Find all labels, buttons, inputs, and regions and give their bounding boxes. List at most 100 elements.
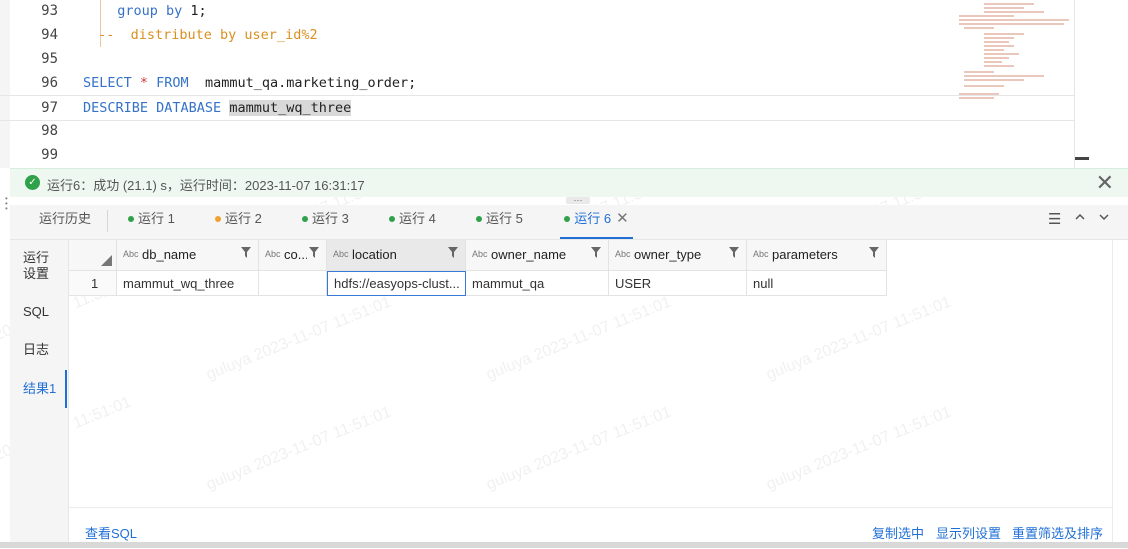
select-all-corner[interactable] bbox=[69, 240, 117, 271]
row-index[interactable]: 1 bbox=[69, 271, 117, 296]
string-type-icon: Abc bbox=[265, 249, 281, 259]
table-cell[interactable] bbox=[259, 271, 327, 296]
run-status-text: 运行6：成功 (21.1) s，运行时间：2023-11-07 16:31:17 bbox=[47, 178, 365, 193]
check-circle-icon: ✓ bbox=[25, 175, 40, 190]
column-header[interactable]: Abc co... bbox=[259, 240, 327, 271]
tab-run-2[interactable]: 运行 2 bbox=[215, 205, 262, 239]
code-text: -- distribute by user_id%2 bbox=[90, 23, 317, 47]
code-line[interactable]: 99 bbox=[0, 143, 1075, 167]
filter-icon[interactable] bbox=[309, 247, 319, 261]
filter-icon[interactable] bbox=[729, 247, 739, 261]
result-side-nav: 运行设置 SQL 日志 结果1 bbox=[10, 240, 69, 548]
tab-run-4[interactable]: 运行 4 bbox=[389, 205, 436, 239]
nav-item-run-settings[interactable]: 运行设置 bbox=[10, 250, 58, 282]
code-token: 1; bbox=[190, 3, 207, 19]
tab-run-history[interactable]: 运行历史 bbox=[39, 205, 91, 239]
string-type-icon: Abc bbox=[472, 249, 488, 259]
line-number: 96 bbox=[41, 75, 58, 91]
tab-label: 运行 4 bbox=[399, 211, 436, 226]
tab-run-1[interactable]: 运行 1 bbox=[128, 205, 175, 239]
column-header[interactable]: Abc db_name bbox=[117, 240, 259, 271]
scroll-position-marker bbox=[1075, 157, 1089, 160]
sql-editor[interactable]: 93 group by 1; 94 -- distribute by user_i… bbox=[0, 0, 1128, 168]
copy-selected-link[interactable]: 复制选中 bbox=[872, 523, 924, 542]
selected-token: mammut_wq_three bbox=[229, 100, 352, 116]
column-header-label: co... bbox=[284, 247, 307, 262]
tab-run-3[interactable]: 运行 3 bbox=[302, 205, 349, 239]
line-number: 98 bbox=[41, 123, 58, 139]
editor-minimap[interactable] bbox=[954, 0, 1074, 110]
column-header-label: db_name bbox=[142, 247, 197, 262]
nav-item-sql[interactable]: SQL bbox=[10, 304, 67, 320]
status-dot-icon bbox=[302, 215, 308, 222]
string-type-icon: Abc bbox=[615, 249, 631, 259]
watermark-text: guluya 2023-11-07 11:51:01 bbox=[763, 293, 954, 384]
tab-run-5[interactable]: 运行 5 bbox=[476, 205, 523, 239]
table-cell[interactable]: mammut_wq_three bbox=[117, 271, 259, 296]
close-icon[interactable]: ✕ bbox=[1096, 170, 1114, 196]
reset-filter-sort-link[interactable]: 重置筛选及排序 bbox=[1012, 523, 1103, 542]
column-header[interactable]: Abc owner_name bbox=[466, 240, 609, 271]
code-text: group by 1; bbox=[101, 0, 207, 23]
menu-icon[interactable]: ☰ bbox=[1048, 210, 1061, 228]
status-dot-icon bbox=[564, 215, 571, 222]
code-line[interactable]: 95 bbox=[0, 47, 1075, 71]
code-text: SELECT * FROM mammut_qa.marketing_order; bbox=[83, 71, 416, 95]
result-scrollbar[interactable] bbox=[1112, 240, 1128, 542]
code-token: group by bbox=[117, 3, 191, 19]
filter-icon[interactable] bbox=[591, 247, 601, 261]
line-number: 94 bbox=[41, 27, 58, 43]
splitter-handle-icon[interactable]: ··· bbox=[566, 196, 590, 205]
code-line[interactable]: 96 SELECT * FROM mammut_qa.marketing_orde… bbox=[0, 71, 1075, 95]
code-line[interactable]: 94 -- distribute by user_id%2 bbox=[0, 23, 1075, 47]
nav-label: 结果1 bbox=[23, 381, 57, 396]
table-cell[interactable]: mammut_qa bbox=[466, 271, 609, 296]
column-settings-link[interactable]: 显示列设置 bbox=[936, 523, 1001, 542]
status-dot-icon bbox=[215, 215, 221, 222]
column-header-label: parameters bbox=[772, 247, 838, 262]
tab-label: 运行历史 bbox=[39, 211, 92, 226]
string-type-icon: Abc bbox=[333, 249, 349, 259]
chevron-up-icon[interactable] bbox=[1074, 210, 1086, 227]
column-header[interactable]: Abc owner_type bbox=[609, 240, 747, 271]
tab-label: 运行 1 bbox=[138, 211, 175, 226]
tab-label: 运行 6 bbox=[574, 211, 612, 226]
table-cell[interactable]: null bbox=[747, 271, 887, 296]
code-token: DESCRIBE DATABASE bbox=[83, 100, 230, 116]
filter-icon[interactable] bbox=[448, 247, 458, 261]
string-type-icon: Abc bbox=[123, 249, 139, 259]
status-dot-icon bbox=[476, 215, 482, 222]
watermark-text: guluya 2023-11-07 11:51:01 bbox=[483, 293, 674, 384]
code-line[interactable]: 97 DESCRIBE DATABASE mammut_wq_three bbox=[0, 95, 1075, 121]
table-cell[interactable]: hdfs://easyops-clust... bbox=[327, 271, 466, 296]
tab-label: 运行 3 bbox=[312, 211, 349, 226]
column-header-label: location bbox=[352, 247, 397, 262]
run-tab-bar: 运行历史 运行 1 运行 2 运行 3 运行 4 运行 5 运行 6 ✕ ☰ bbox=[10, 205, 1128, 240]
close-tab-icon[interactable]: ✕ bbox=[616, 210, 629, 227]
nav-label: 日志 bbox=[23, 342, 50, 357]
drag-handle-icon[interactable]: • • • bbox=[5, 195, 9, 214]
watermark-text: guluya 2023-11-07 11:51:01 bbox=[203, 403, 394, 494]
view-sql-link[interactable]: 查看SQL bbox=[85, 523, 137, 542]
column-header[interactable]: Abc location bbox=[327, 240, 466, 271]
filter-icon[interactable] bbox=[241, 247, 251, 261]
editor-scrollbar[interactable] bbox=[1074, 0, 1089, 168]
line-number: 97 bbox=[41, 100, 58, 116]
code-line[interactable]: 93 group by 1; bbox=[0, 0, 1075, 23]
line-number: 95 bbox=[41, 51, 58, 67]
tab-run-6[interactable]: 运行 6 ✕ bbox=[560, 205, 633, 239]
horizontal-scrollbar[interactable] bbox=[0, 542, 1128, 548]
nav-item-log[interactable]: 日志 bbox=[10, 342, 67, 358]
nav-item-result-1[interactable]: 结果1 bbox=[10, 370, 67, 408]
nav-label: 运行设置 bbox=[23, 250, 50, 281]
column-header[interactable]: Abc parameters bbox=[747, 240, 887, 271]
watermark-text: guluya 2023-11-07 11:51:01 bbox=[203, 293, 394, 384]
run-status-bar: ✓ 运行6：成功 (21.1) s，运行时间：2023-11-07 16:31:… bbox=[10, 168, 1128, 197]
code-line[interactable]: 98 bbox=[0, 119, 1075, 143]
table-cell[interactable]: USER bbox=[609, 271, 747, 296]
panel-splitter[interactable]: ··· bbox=[10, 196, 1128, 205]
filter-icon[interactable] bbox=[869, 247, 879, 261]
string-type-icon: Abc bbox=[753, 249, 769, 259]
chevron-down-icon[interactable] bbox=[1098, 210, 1110, 227]
